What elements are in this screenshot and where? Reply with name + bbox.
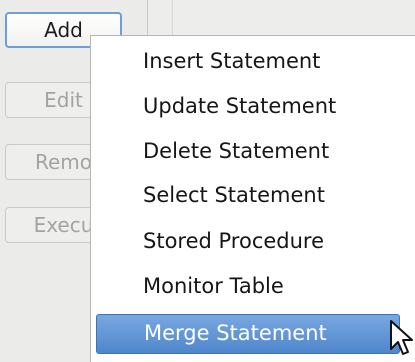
menu-item-monitor-table[interactable]: Monitor Table [143,273,284,299]
edit-button-label: Edit [44,88,83,112]
menu-item-insert-statement[interactable]: Insert Statement [143,48,320,74]
mouse-pointer-icon [390,320,413,355]
menu-item-merge-statement-label: Merge Statement [144,321,327,345]
execute-button-label: Execu [33,213,94,237]
menu-item-delete-statement[interactable]: Delete Statement [143,138,329,164]
menu-item-select-statement[interactable]: Select Statement [143,182,325,208]
add-dropdown-menu: Insert Statement Update Statement Delete… [90,35,415,362]
remove-button-label: Remo [34,150,93,174]
add-button-label: Add [44,18,83,42]
menu-item-merge-statement[interactable]: Merge Statement [96,314,400,354]
menu-item-update-statement[interactable]: Update Statement [143,93,336,119]
menu-item-stored-procedure[interactable]: Stored Procedure [143,228,324,254]
